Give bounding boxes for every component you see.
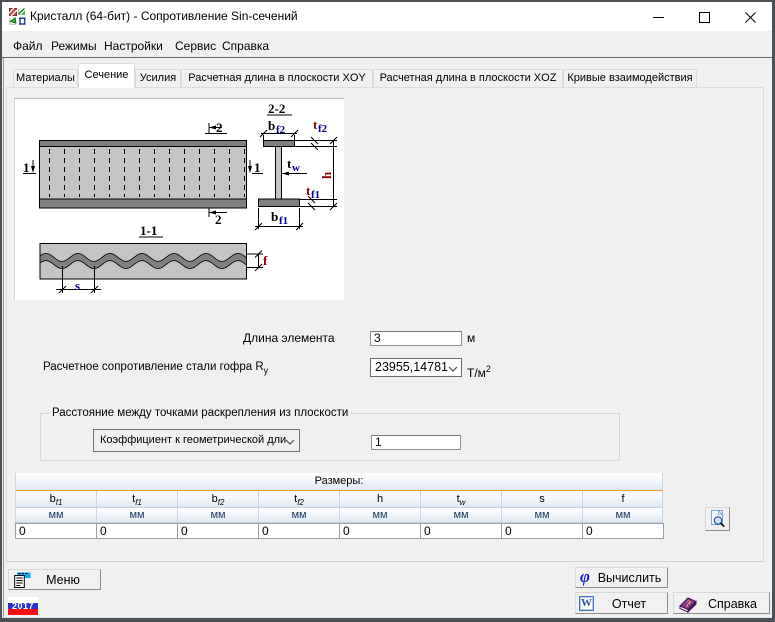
- svg-text:f2: f2: [318, 123, 328, 135]
- svg-text:w: w: [292, 162, 300, 174]
- svg-text:2-2: 2-2: [268, 101, 285, 116]
- svg-text:s: s: [75, 278, 80, 293]
- svg-text:1: 1: [254, 160, 261, 175]
- svg-text:f1: f1: [279, 215, 288, 227]
- svg-text:b: b: [271, 209, 278, 224]
- svg-text:1-1: 1-1: [140, 223, 157, 238]
- svg-text:f: f: [263, 253, 268, 268]
- svg-text:1: 1: [23, 160, 30, 175]
- svg-text:f2: f2: [276, 124, 286, 136]
- svg-text:h: h: [319, 171, 334, 179]
- svg-text:b: b: [268, 118, 275, 133]
